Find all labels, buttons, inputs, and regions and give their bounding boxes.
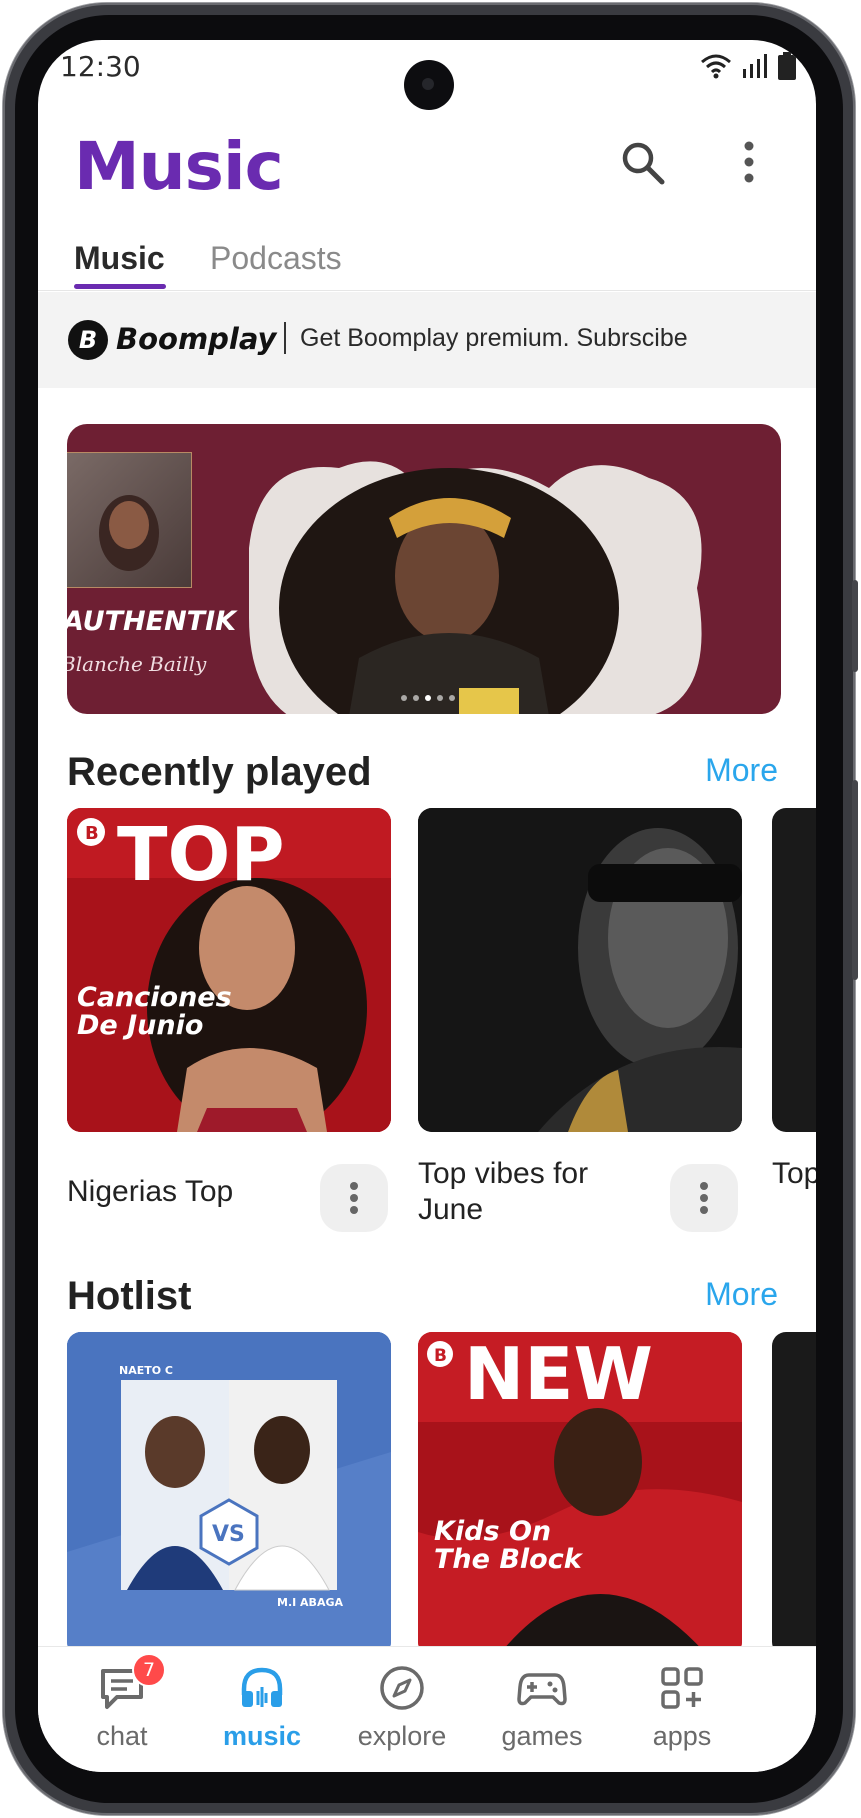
status-bar: 12:30: [38, 40, 816, 110]
nav-apps[interactable]: apps: [612, 1647, 752, 1772]
artist-right-label: M.I ABAGA: [277, 1596, 343, 1609]
cover-heading: NEW: [464, 1332, 653, 1416]
wifi-icon: [701, 54, 731, 79]
page-title: Music: [74, 128, 284, 205]
volume-button: [852, 780, 858, 980]
nav-explore[interactable]: explore: [332, 1647, 472, 1772]
nav-games[interactable]: games: [472, 1647, 612, 1772]
hotlist-title: Hotlist: [67, 1274, 192, 1318]
hero-banner[interactable]: AUTHENTIK Blanche Bailly: [67, 424, 781, 714]
battery-icon: [778, 52, 796, 80]
boomplay-logo-icon: B: [68, 320, 108, 360]
signal-icon: [743, 54, 767, 78]
active-tab-indicator: [74, 284, 166, 289]
playlist-card[interactable]: B TOP Canciones De Junio: [67, 808, 391, 1132]
nav-games-label: games: [501, 1721, 583, 1751]
bottom-navigation: 7 chat music explore games apps: [38, 1646, 816, 1772]
versus-label: VS: [212, 1522, 245, 1547]
front-camera: [404, 60, 454, 110]
playlist-card[interactable]: [418, 808, 742, 1132]
playlist-cover: [418, 808, 742, 1132]
tab-music[interactable]: Music: [74, 240, 165, 277]
recently-played-title: Recently played: [67, 750, 372, 794]
power-button: [852, 580, 858, 672]
playlist-card[interactable]: [772, 808, 816, 1132]
chat-unread-badge: 7: [132, 1653, 166, 1687]
promo-divider: [284, 322, 286, 354]
tab-podcasts[interactable]: Podcasts: [210, 240, 342, 277]
svg-text:B: B: [434, 1346, 447, 1366]
nav-chat-label: chat: [96, 1721, 148, 1751]
cover-caption: Kids On The Block: [434, 1516, 582, 1575]
hotlist-card[interactable]: B NEW Kids On The Block: [418, 1332, 742, 1656]
nav-chat[interactable]: 7 chat: [52, 1647, 192, 1772]
more-options-icon[interactable]: [734, 138, 764, 188]
hotlist-card[interactable]: [772, 1332, 816, 1656]
recently-played-more-link[interactable]: More: [705, 752, 778, 789]
playlist-more-button[interactable]: [670, 1164, 738, 1232]
cover-heading: TOP: [117, 812, 285, 898]
promo-text: Get Boomplay premium. Subrscibe: [300, 324, 688, 352]
search-icon[interactable]: [618, 138, 668, 188]
status-time: 12:30: [60, 50, 141, 83]
banner-subtitle: Blanche Bailly: [67, 652, 207, 676]
tab-bar: Music Podcasts: [38, 226, 816, 291]
nav-music-label: music: [222, 1721, 302, 1751]
compass-icon: [380, 1666, 424, 1710]
screen: 12:30 Music Music Podcasts B Boomplay Ge…: [38, 40, 816, 1772]
banner-title: AUTHENTIK: [67, 606, 237, 637]
hotlist-more-link[interactable]: More: [705, 1276, 778, 1313]
cover-caption: Canciones De Junio: [77, 982, 232, 1041]
playlist-title[interactable]: Top vibes for June: [772, 1156, 816, 1192]
hotlist-card[interactable]: NAETO C VS M.I ABAGA: [67, 1332, 391, 1656]
playlist-title[interactable]: Nigerias Top: [67, 1174, 297, 1210]
artist-photo: [249, 461, 702, 714]
more-vertical-icon: [350, 1182, 358, 1214]
apps-grid-icon: [661, 1667, 703, 1709]
playlist-more-button[interactable]: [320, 1164, 388, 1232]
promo-brand: Boomplay: [116, 322, 277, 356]
nav-apps-label: apps: [652, 1721, 712, 1751]
nav-music[interactable]: music: [192, 1647, 332, 1772]
nav-explore-label: explore: [357, 1721, 447, 1751]
more-vertical-icon: [700, 1182, 708, 1214]
svg-text:B: B: [85, 823, 99, 844]
playlist-title[interactable]: Top vibes for June: [418, 1156, 648, 1228]
status-icons: [700, 52, 796, 80]
album-cover-thumbnail: [67, 452, 192, 588]
headphones-icon: [241, 1667, 283, 1707]
gamepad-icon: [517, 1673, 567, 1706]
artist-left-label: NAETO C: [119, 1364, 173, 1377]
banner-page-indicator: [401, 695, 455, 701]
promo-banner[interactable]: B Boomplay Get Boomplay premium. Subrsci…: [38, 292, 816, 388]
